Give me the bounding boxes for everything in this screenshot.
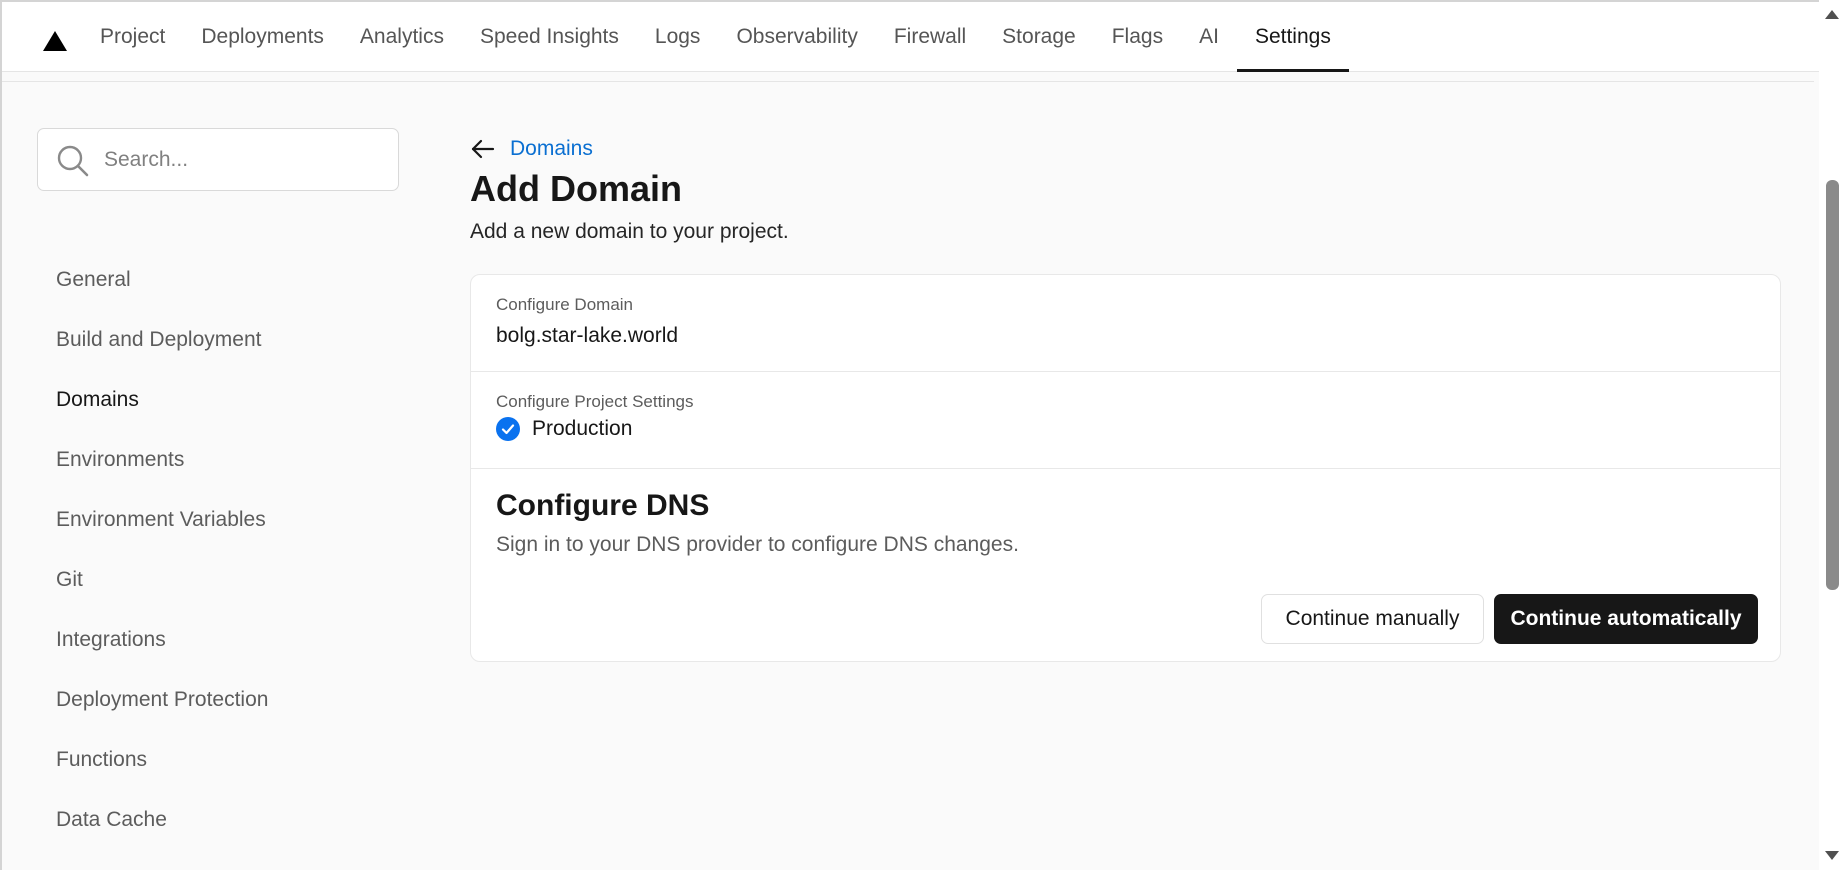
check-circle-icon <box>496 417 520 441</box>
vertical-scrollbar[interactable] <box>1819 0 1845 870</box>
scroll-down-arrow-icon[interactable] <box>1825 851 1839 860</box>
configure-project-settings-section: Configure Project Settings Production <box>471 372 1780 469</box>
search-input[interactable] <box>104 129 384 190</box>
search-box[interactable] <box>37 128 399 191</box>
sidebar-item-environment-variables[interactable]: Environment Variables <box>56 490 396 550</box>
environment-label: Production <box>532 417 633 440</box>
sidebar-item-functions[interactable]: Functions <box>56 730 396 790</box>
tab-observability[interactable]: Observability <box>718 2 875 72</box>
continue-manually-button[interactable]: Continue manually <box>1261 594 1484 644</box>
nav-tabs: Project Deployments Analytics Speed Insi… <box>82 2 1349 72</box>
scrollbar-thumb[interactable] <box>1826 180 1839 590</box>
divider <box>2 81 1814 82</box>
continue-automatically-button[interactable]: Continue automatically <box>1494 594 1758 644</box>
sidebar-item-environments[interactable]: Environments <box>56 430 396 490</box>
sidebar-item-build-and-deployment[interactable]: Build and Deployment <box>56 310 396 370</box>
tab-storage[interactable]: Storage <box>984 2 1094 72</box>
settings-sidebar: General Build and Deployment Domains Env… <box>56 250 396 850</box>
page-title: Add Domain <box>470 168 682 209</box>
tab-ai[interactable]: AI <box>1181 2 1237 72</box>
domain-name-value: bolg.star-lake.world <box>496 324 679 347</box>
sidebar-item-integrations[interactable]: Integrations <box>56 610 396 670</box>
sidebar-item-data-cache[interactable]: Data Cache <box>56 790 396 850</box>
tab-speed-insights[interactable]: Speed Insights <box>462 2 637 72</box>
tab-firewall[interactable]: Firewall <box>876 2 984 72</box>
sidebar-item-domains[interactable]: Domains <box>56 370 396 430</box>
tab-analytics[interactable]: Analytics <box>342 2 462 72</box>
back-link[interactable]: Domains <box>470 134 593 164</box>
scroll-up-arrow-icon[interactable] <box>1825 10 1839 19</box>
configure-dns-description: Sign in to your DNS provider to configur… <box>496 533 1019 556</box>
tab-settings[interactable]: Settings <box>1236 2 1349 72</box>
environment-row: Production <box>496 417 632 441</box>
tab-flags[interactable]: Flags <box>1094 2 1181 72</box>
top-navigation: Project Deployments Analytics Speed Insi… <box>2 0 1819 72</box>
tab-project[interactable]: Project <box>82 2 183 72</box>
tab-logs[interactable]: Logs <box>637 2 719 72</box>
triangle-logo-icon[interactable] <box>42 30 68 52</box>
search-icon <box>56 144 90 178</box>
tab-deployments[interactable]: Deployments <box>183 2 342 72</box>
add-domain-card: Configure Domain bolg.star-lake.world Co… <box>470 274 1781 662</box>
configure-domain-label: Configure Domain <box>496 295 634 314</box>
configure-dns-title: Configure DNS <box>496 489 710 522</box>
page-subtitle: Add a new domain to your project. <box>470 220 789 243</box>
sidebar-item-deployment-protection[interactable]: Deployment Protection <box>56 670 396 730</box>
arrow-left-icon <box>470 138 496 160</box>
sidebar-item-git[interactable]: Git <box>56 550 396 610</box>
back-link-label[interactable]: Domains <box>510 137 593 161</box>
sidebar-item-general[interactable]: General <box>56 250 396 310</box>
configure-domain-section: Configure Domain bolg.star-lake.world <box>471 275 1780 372</box>
configure-project-settings-label: Configure Project Settings <box>496 392 694 411</box>
